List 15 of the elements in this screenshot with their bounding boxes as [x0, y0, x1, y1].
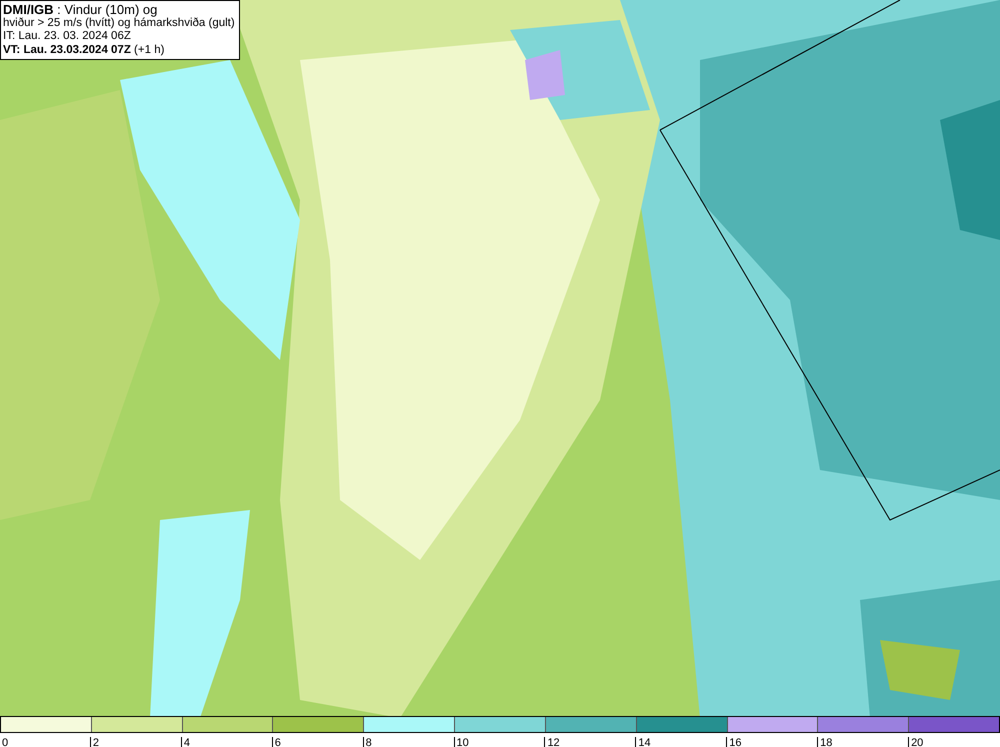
info-line: DMI/IGB : Vindur (10m) og: [3, 3, 158, 16]
scale-label: 6: [272, 737, 281, 747]
scale-label: 10: [454, 737, 469, 747]
info-line: hviður > 25 m/s (hvítt) og hámarkshviða (gult): [3, 16, 235, 30]
info-line: VT: Lau. 23.03.2024 07Z (+1 h): [3, 44, 166, 57]
scale-label: 18: [817, 737, 832, 747]
scale-label: 0: [0, 737, 8, 747]
info-line: IT: Lau. 23. 03. 2024 06Z: [3, 30, 132, 44]
scale-label: 4: [180, 737, 190, 747]
scale-label: 12: [544, 737, 560, 747]
scale-label: 16: [726, 737, 742, 747]
scale-label: 14: [635, 737, 651, 747]
scale-label: 8: [362, 737, 372, 747]
scale-label: 20: [908, 737, 924, 747]
scale-label: 2: [90, 737, 100, 747]
